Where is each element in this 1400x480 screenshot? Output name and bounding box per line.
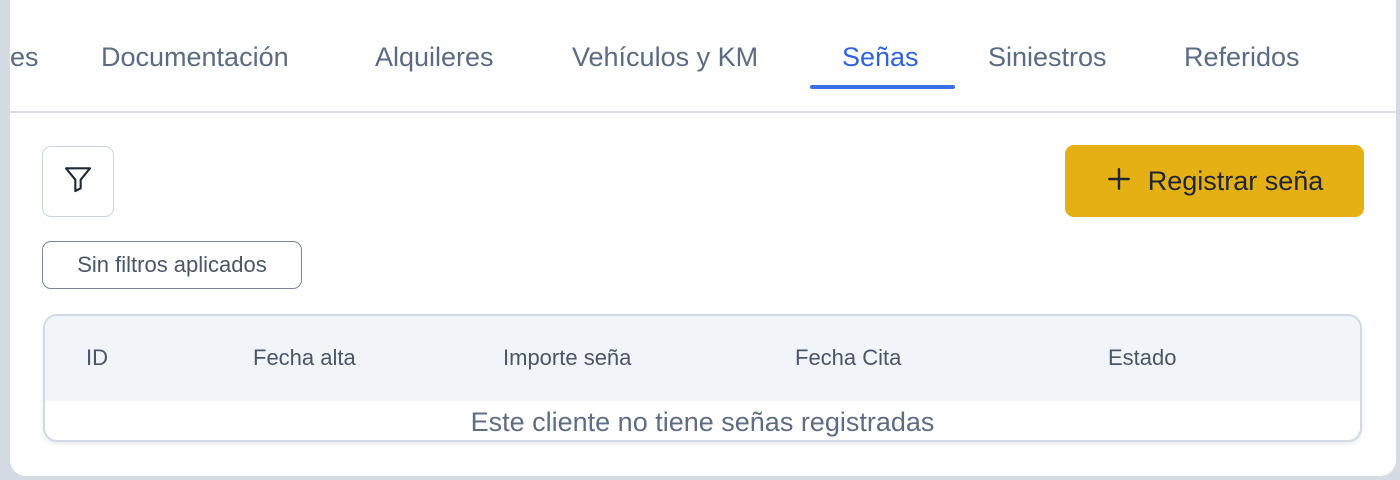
filters-status-chip: Sin filtros aplicados	[42, 241, 302, 289]
active-tab-indicator	[810, 85, 955, 89]
tab-senas[interactable]: Señas	[842, 42, 919, 73]
column-header-importe-sena[interactable]: Importe seña	[503, 345, 631, 371]
tab-siniestros[interactable]: Siniestros	[988, 42, 1107, 73]
column-header-fecha-cita[interactable]: Fecha Cita	[795, 345, 901, 371]
column-header-id[interactable]: ID	[86, 345, 108, 371]
column-header-fecha-alta[interactable]: Fecha alta	[253, 345, 356, 371]
register-sena-label: Registrar seña	[1147, 165, 1324, 196]
tab-documentacion[interactable]: Documentación	[101, 42, 289, 73]
senas-table: ID Fecha alta Importe seña Fecha Cita Es…	[43, 314, 1362, 442]
filter-icon	[62, 163, 94, 200]
tab-previous[interactable]: es	[10, 42, 39, 73]
tab-alquileres[interactable]: Alquileres	[375, 42, 494, 73]
register-sena-button[interactable]: Registrar seña	[1065, 145, 1364, 217]
tab-referidos[interactable]: Referidos	[1184, 42, 1300, 73]
table-header: ID Fecha alta Importe seña Fecha Cita Es…	[45, 316, 1360, 401]
empty-table-message: Este cliente no tiene señas registradas	[470, 407, 935, 437]
tab-vehiculos-km[interactable]: Vehículos y KM	[572, 42, 758, 73]
plus-icon	[1106, 166, 1132, 197]
filter-button[interactable]	[42, 146, 114, 217]
tab-bar: es Documentación Alquileres Vehículos y …	[10, 0, 1396, 113]
column-header-estado[interactable]: Estado	[1108, 345, 1177, 371]
client-detail-card: es Documentación Alquileres Vehículos y …	[10, 0, 1396, 476]
